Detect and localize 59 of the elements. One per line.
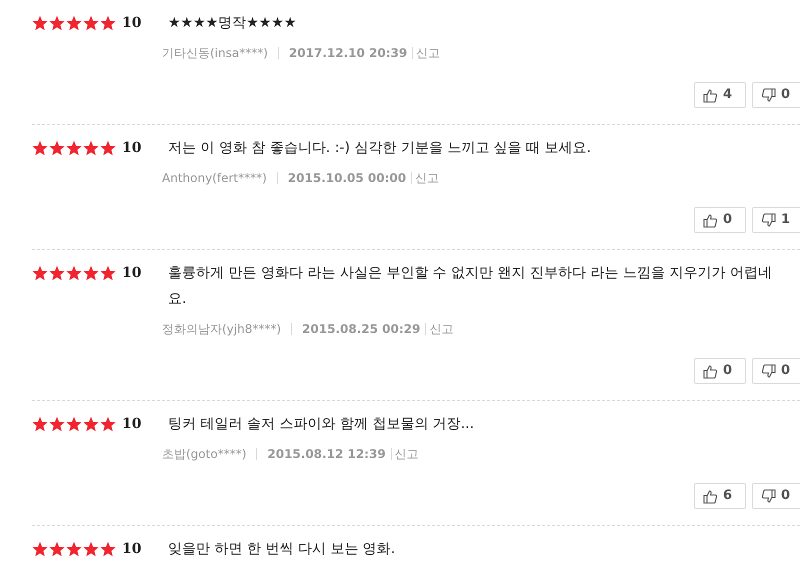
star-icon [32, 541, 48, 557]
star-icon [66, 265, 82, 281]
star-icon [83, 541, 99, 557]
rating-score: 10 [122, 415, 142, 434]
star-icon [100, 15, 116, 31]
thumbs-up-icon [703, 364, 718, 378]
like-button[interactable]: 4 [694, 82, 746, 108]
star-icon [49, 265, 65, 281]
star-icon [49, 541, 65, 557]
star-icon [83, 15, 99, 31]
review-date: 2017.12.10 20:39 [288, 45, 408, 62]
thumbs-down-icon [761, 364, 776, 378]
review-text: ★★★★명작★★★★ [168, 14, 298, 33]
star-icon [100, 416, 116, 432]
star-icon [66, 541, 82, 557]
author-name: 초밥(goto****) [162, 446, 246, 463]
author-name: 정화의남자(yjh8****) [162, 321, 282, 338]
star-icon [100, 265, 116, 281]
star-icon [32, 416, 48, 432]
dislike-button[interactable]: 0 [752, 358, 800, 384]
star-icon [66, 416, 82, 432]
star-icon [32, 15, 48, 31]
thumbs-up-icon [703, 488, 718, 504]
star-icon [49, 416, 65, 432]
review-date: 2015.10.05 00:00 [288, 170, 406, 187]
star-icon [83, 140, 99, 156]
thumbs-down-icon [761, 212, 776, 228]
star-icon [49, 15, 65, 31]
thumbs-down-icon [761, 88, 776, 102]
rating-score: 10 [122, 264, 142, 283]
review-date: 2015.08.12 12:39 [267, 446, 386, 463]
author-name: 기타신동(insa****) [162, 45, 268, 62]
rating-score: 10 [122, 139, 142, 158]
like-button[interactable]: 6 [694, 483, 746, 509]
author-name: Anthony(fert****) [162, 170, 267, 187]
review-text: 훌륭하게 만든 영화다 라는 사실은 부인할 수 없지만 왠지 진부하다 라는 느낌을 지우기가 어렵네요. [168, 264, 773, 309]
star-icon [100, 140, 116, 156]
star-icon [100, 541, 116, 557]
star-icon [83, 416, 99, 432]
thumbs-down-icon [761, 488, 776, 504]
review-date: 2015.08.25 00:29 [302, 321, 420, 338]
review-text: 잊을만 하면 한 번씩 다시 보는 영화. [168, 540, 396, 559]
like-button[interactable]: 0 [694, 358, 746, 384]
star-icon [66, 140, 82, 156]
dislike-button[interactable]: 0 [752, 483, 800, 509]
thumbs-up-icon [703, 212, 718, 228]
review-text: 저는 이 영화 참 좋습니다. :-) 심각한 기분을 느끼고 싶을 때 보세요. [168, 139, 592, 158]
thumbs-up-icon [703, 88, 718, 102]
review-text: 팅커 테일러 솔저 스파이와 함께 첩보물의 거장... [168, 415, 476, 434]
rating-score: 10 [122, 540, 142, 559]
dislike-button[interactable]: 0 [752, 82, 800, 108]
star-icon [66, 15, 82, 31]
dislike-button[interactable]: 1 [752, 207, 800, 233]
like-button[interactable]: 0 [694, 207, 746, 233]
star-icon [49, 140, 65, 156]
star-icon [32, 265, 48, 281]
star-icon [83, 265, 99, 281]
rating-score: 10 [122, 14, 142, 33]
star-icon [32, 140, 48, 156]
